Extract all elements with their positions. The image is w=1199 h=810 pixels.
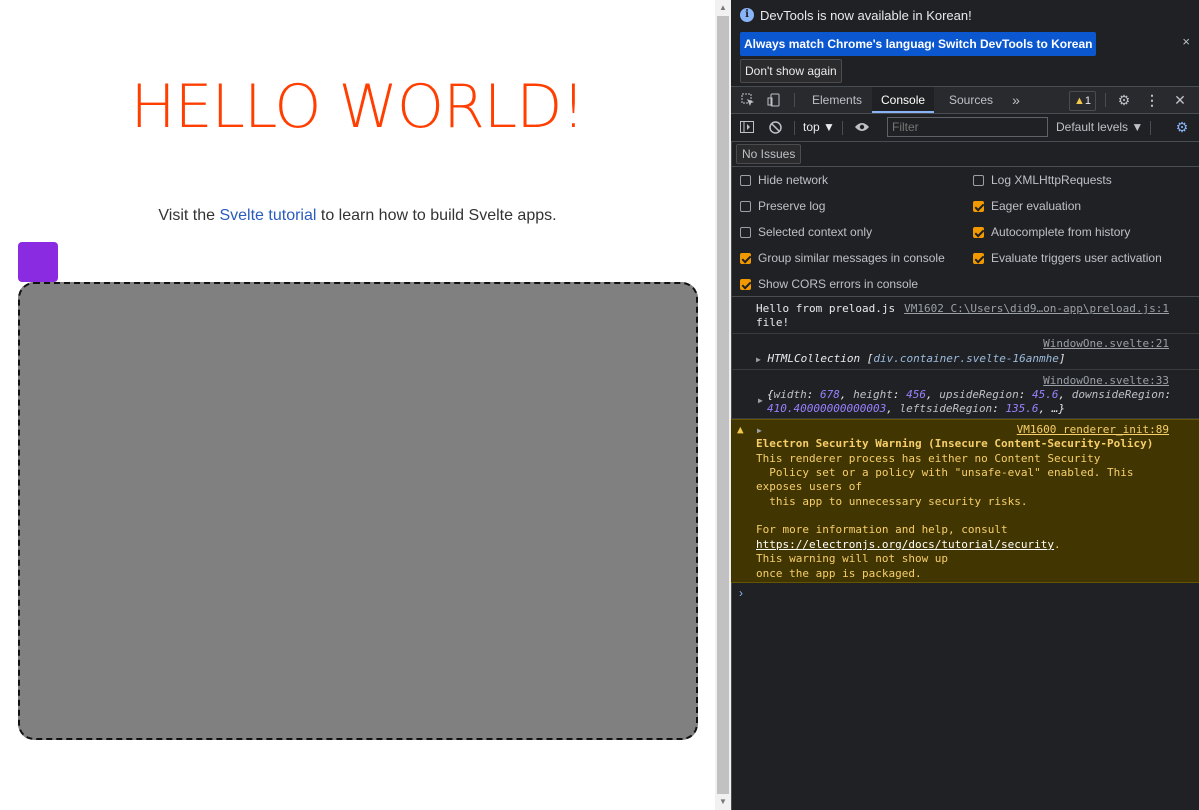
warning-icon: ▲ bbox=[737, 423, 744, 436]
log-levels-dropdown[interactable]: Default levels ▼ bbox=[1056, 114, 1143, 141]
no-issues-button[interactable]: No Issues bbox=[736, 144, 802, 164]
warning-count-badge[interactable]: ▲1 bbox=[1069, 91, 1097, 111]
sidebar-toggle-icon[interactable] bbox=[739, 114, 755, 141]
message-source-link[interactable]: VM1602 C:\Users\did9…on-app\preload.js:1 bbox=[904, 302, 1169, 315]
close-devtools-icon[interactable]: ✕ bbox=[1171, 87, 1189, 113]
kebab-menu-icon[interactable]: ⋮ bbox=[1145, 87, 1159, 113]
expandable-object[interactable]: {width: 678, height: 456, upsideRegion: … bbox=[767, 388, 1171, 401]
intro-text-suffix: to learn how to build Svelte apps. bbox=[316, 207, 557, 224]
more-tabs-icon[interactable]: » bbox=[1009, 87, 1023, 113]
preserve-log-checkbox[interactable]: Preserve log bbox=[740, 196, 825, 216]
console-message: WindowOne.svelte:21 ▶ HTMLCollection [di… bbox=[731, 334, 1199, 370]
scrollbar-thumb[interactable] bbox=[717, 16, 729, 794]
intro-text-prefix: Visit the bbox=[158, 207, 220, 224]
svelte-tutorial-link[interactable]: Svelte tutorial bbox=[219, 207, 316, 224]
message-source-link[interactable]: WindowOne.svelte:33 bbox=[1043, 374, 1169, 387]
devtools-tabbar: Elements Console Sources » ▲1 ⚙ ⋮ ✕ bbox=[731, 86, 1199, 114]
switch-to-korean-button[interactable]: Switch DevTools to Korean bbox=[934, 32, 1097, 56]
tab-elements[interactable]: Elements bbox=[803, 87, 871, 113]
scroll-up-arrow-icon[interactable]: ▲ bbox=[715, 1, 731, 15]
console-settings-gear-icon[interactable]: ⚙ bbox=[1173, 114, 1191, 141]
infobar-message: DevTools is now available in Korean! bbox=[760, 8, 972, 23]
drop-container[interactable] bbox=[18, 282, 698, 740]
expand-triangle-icon[interactable]: ▶ bbox=[757, 426, 762, 435]
eager-evaluation-checkbox[interactable]: Eager evaluation bbox=[973, 196, 1081, 216]
intro-paragraph: Visit the Svelte tutorial to learn how t… bbox=[0, 207, 715, 225]
settings-gear-icon[interactable]: ⚙ bbox=[1115, 87, 1133, 113]
security-docs-link[interactable]: https://electronjs.org/docs/tutorial/sec… bbox=[756, 538, 1054, 551]
selected-context-checkbox[interactable]: Selected context only bbox=[740, 222, 872, 242]
close-icon[interactable]: × bbox=[1182, 34, 1190, 49]
page-title: HELLO WORLD! bbox=[130, 72, 586, 142]
inspect-element-icon[interactable] bbox=[739, 87, 757, 113]
language-infobar: i DevTools is now available in Korean! A… bbox=[731, 0, 1199, 86]
info-icon: i bbox=[740, 8, 754, 22]
page-scrollbar[interactable]: ▲ ▼ bbox=[715, 0, 731, 810]
live-expression-eye-icon[interactable] bbox=[852, 114, 872, 141]
app-viewport: HELLO WORLD! Visit the Svelte tutorial t… bbox=[0, 0, 715, 810]
console-settings-pane: Hide network Preserve log Selected conte… bbox=[731, 167, 1199, 297]
message-source-link[interactable]: VM1600 renderer_init:89 bbox=[1017, 423, 1169, 436]
security-warning-message: ▲ ▶ VM1600 renderer_init:89 Electron Sec… bbox=[731, 419, 1199, 583]
log-xhr-checkbox[interactable]: Log XMLHttpRequests bbox=[973, 170, 1112, 190]
issues-bar: No Issues bbox=[731, 142, 1199, 167]
evaluate-triggers-checkbox[interactable]: Evaluate triggers user activation bbox=[973, 248, 1162, 268]
expand-triangle-icon: ▶ bbox=[756, 355, 761, 364]
tab-sources[interactable]: Sources bbox=[940, 87, 1002, 113]
purple-draggable-box[interactable] bbox=[18, 242, 58, 282]
console-message: WindowOne.svelte:33 ▶ {width: 678, heigh… bbox=[731, 370, 1199, 419]
warning-icon: ▲ bbox=[1074, 95, 1085, 107]
expand-triangle-icon[interactable]: ▶ bbox=[758, 396, 763, 405]
group-similar-checkbox[interactable]: Group similar messages in console bbox=[740, 248, 945, 268]
message-source-link[interactable]: WindowOne.svelte:21 bbox=[1043, 337, 1169, 350]
scroll-down-arrow-icon[interactable]: ▼ bbox=[715, 795, 731, 809]
hide-network-checkbox[interactable]: Hide network bbox=[740, 170, 828, 190]
device-toolbar-icon[interactable] bbox=[765, 87, 783, 113]
console-filter-input[interactable] bbox=[887, 117, 1048, 137]
clear-console-icon[interactable] bbox=[767, 114, 783, 141]
console-toolbar: top ▼ Default levels ▼ ⚙ bbox=[731, 114, 1199, 142]
autocomplete-checkbox[interactable]: Autocomplete from history bbox=[973, 222, 1130, 242]
devtools-panel: i DevTools is now available in Korean! A… bbox=[731, 0, 1199, 810]
dont-show-again-button[interactable]: Don't show again bbox=[740, 59, 842, 83]
expandable-object[interactable]: ▶ HTMLCollection [div.container.svelte-1… bbox=[756, 352, 1065, 365]
tab-console[interactable]: Console bbox=[872, 87, 935, 113]
show-cors-checkbox[interactable]: Show CORS errors in console bbox=[740, 274, 918, 294]
console-message: Hello from preload.js VM1602 C:\Users\di… bbox=[731, 298, 1199, 334]
context-select[interactable]: top ▼ bbox=[803, 114, 835, 141]
console-prompt-input[interactable]: › bbox=[739, 586, 743, 600]
always-match-language-button[interactable]: Always match Chrome's language bbox=[740, 32, 943, 56]
